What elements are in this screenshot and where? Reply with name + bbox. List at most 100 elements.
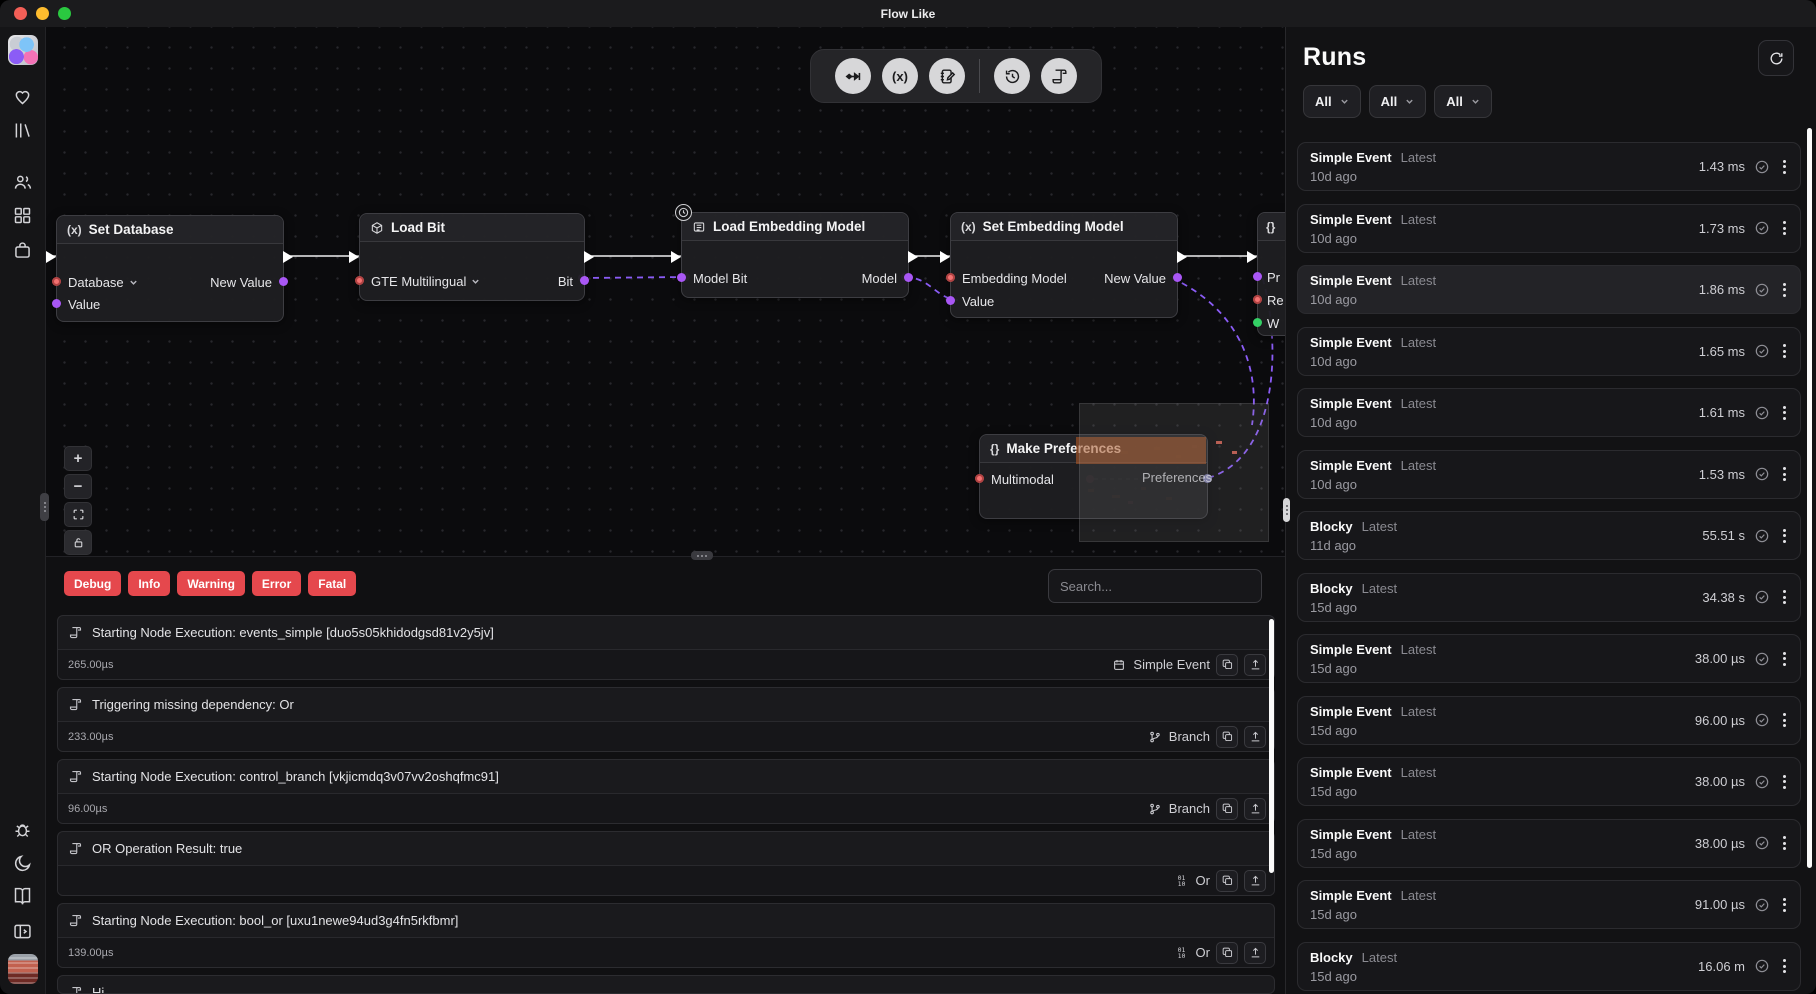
pin-dot-new-value[interactable]: [1173, 273, 1182, 282]
horizontal-resize-handle[interactable]: [691, 551, 713, 560]
bug-report-icon[interactable]: [11, 817, 35, 841]
run-menu-button[interactable]: [1779, 465, 1790, 483]
run-item[interactable]: Simple Event Latest 15d ago 91.00 µs: [1297, 880, 1801, 929]
output-pin-bit[interactable]: Bit: [558, 274, 573, 289]
dark-mode-moon-icon[interactable]: [11, 851, 35, 875]
pin-dot-new-value[interactable]: [279, 277, 288, 286]
log-filter-chip[interactable]: Info: [128, 571, 170, 596]
input-pin-model-bit[interactable]: Model Bit: [693, 271, 747, 286]
open-log-button[interactable]: [1244, 798, 1266, 820]
close-window-button[interactable]: [14, 7, 27, 20]
lock-button[interactable]: [64, 530, 92, 555]
log-filter-chip[interactable]: Error: [252, 571, 301, 596]
log-entry[interactable]: Starting Node Execution: bool_or [uxu1ne…: [57, 903, 1275, 968]
people-icon[interactable]: [11, 170, 35, 194]
run-menu-button[interactable]: [1779, 527, 1790, 545]
docs-book-icon[interactable]: [11, 884, 35, 908]
run-item[interactable]: Blocky Latest 15d ago 16.06 m: [1297, 942, 1801, 991]
pin-dot-re[interactable]: [1253, 295, 1262, 304]
runs-filter-dropdown[interactable]: All: [1303, 85, 1361, 118]
step-into-button[interactable]: [835, 58, 871, 94]
run-menu-button[interactable]: [1779, 896, 1790, 914]
log-search-input[interactable]: Search...: [1048, 569, 1262, 603]
node-load-embedding-model[interactable]: Load Embedding Model Model Bit Model: [681, 212, 909, 298]
run-item[interactable]: Simple Event Latest 15d ago 38.00 µs: [1297, 634, 1801, 683]
pin-dot-value[interactable]: [52, 299, 61, 308]
pin-re[interactable]: Re: [1267, 293, 1284, 308]
log-entry[interactable]: Starting Node Execution: control_branch …: [57, 759, 1275, 824]
log-entry[interactable]: Starting Node Execution: events_simple […: [57, 615, 1275, 680]
apps-grid-icon[interactable]: [11, 203, 35, 227]
favorites-heart-icon[interactable]: [11, 84, 35, 108]
open-log-button[interactable]: [1244, 654, 1266, 676]
run-item[interactable]: Blocky Latest 15d ago 34.38 s: [1297, 573, 1801, 622]
pin-dot-w[interactable]: [1253, 318, 1262, 327]
log-entry[interactable]: Hi: [57, 975, 1275, 994]
node-partial-right[interactable]: {} Pr Re W: [1257, 212, 1285, 336]
run-menu-button[interactable]: [1779, 404, 1790, 422]
runs-filter-dropdown[interactable]: All: [1369, 85, 1427, 118]
exec-output-pin[interactable]: [283, 251, 293, 263]
run-item[interactable]: Simple Event Latest 10d ago 1.43 ms: [1297, 142, 1801, 191]
fit-view-button[interactable]: [64, 502, 92, 527]
input-pin-gte-multilingual[interactable]: GTE Multilingual: [371, 274, 480, 289]
node-set-embedding-model[interactable]: (x) Set Embedding Model Embedding Model …: [950, 212, 1178, 318]
exec-input-pin[interactable]: [46, 251, 56, 263]
input-pin-value[interactable]: Value: [962, 294, 994, 309]
history-button[interactable]: [994, 58, 1030, 94]
exec-output-pin[interactable]: [584, 251, 594, 263]
copy-button[interactable]: [1216, 798, 1238, 820]
run-item[interactable]: Simple Event Latest 15d ago 38.00 µs: [1297, 757, 1801, 806]
run-item[interactable]: Simple Event Latest 10d ago 1.65 ms: [1297, 327, 1801, 376]
run-item[interactable]: Blocky Latest 11d ago 55.51 s: [1297, 511, 1801, 560]
run-menu-button[interactable]: [1779, 711, 1790, 729]
run-menu-button[interactable]: [1779, 650, 1790, 668]
exec-output-pin[interactable]: [1177, 251, 1187, 263]
notebook-edit-button[interactable]: [929, 58, 965, 94]
variables-button[interactable]: (x): [882, 58, 918, 94]
pin-pr[interactable]: Pr: [1267, 270, 1280, 285]
pin-dot-multimodal[interactable]: [975, 474, 984, 483]
output-pin-preferences[interactable]: Preferences: [1142, 470, 1212, 485]
exec-input-pin[interactable]: [671, 251, 681, 263]
open-log-button[interactable]: [1244, 726, 1266, 748]
log-entry[interactable]: Triggering missing dependency: Or 233.00…: [57, 687, 1275, 752]
output-pin-new-value[interactable]: New Value: [210, 275, 272, 290]
run-menu-button[interactable]: [1779, 342, 1790, 360]
log-filter-chip[interactable]: Fatal: [308, 571, 356, 596]
right-resize-handle[interactable]: [1283, 498, 1290, 522]
pin-dot-pr[interactable]: [1253, 272, 1262, 281]
exec-input-pin[interactable]: [349, 251, 359, 263]
exec-input-pin[interactable]: [1247, 251, 1257, 263]
store-bag-icon[interactable]: [11, 238, 35, 262]
run-menu-button[interactable]: [1779, 588, 1790, 606]
run-item[interactable]: Simple Event Latest 10d ago 1.73 ms: [1297, 204, 1801, 253]
log-filter-chip[interactable]: Debug: [64, 571, 121, 596]
open-log-button[interactable]: [1244, 870, 1266, 892]
maximize-window-button[interactable]: [58, 7, 71, 20]
output-pin-new-value[interactable]: New Value: [1104, 271, 1166, 286]
input-pin-database[interactable]: Database: [68, 275, 138, 290]
refresh-runs-button[interactable]: [1758, 40, 1794, 76]
flow-canvas[interactable]: (x) (x) Set Database: [46, 27, 1285, 556]
run-item[interactable]: Simple Event Latest 10d ago 1.86 ms: [1297, 265, 1801, 314]
zoom-out-button[interactable]: −: [64, 474, 92, 499]
run-menu-button[interactable]: [1779, 219, 1790, 237]
left-resize-handle[interactable]: [40, 493, 49, 521]
user-avatar[interactable]: [8, 954, 38, 984]
node-set-database[interactable]: (x) Set Database Database New Value Valu…: [56, 215, 284, 322]
run-menu-button[interactable]: [1779, 957, 1790, 975]
app-logo-icon[interactable]: [8, 35, 38, 65]
copy-button[interactable]: [1216, 942, 1238, 964]
log-scrollbar[interactable]: [1269, 619, 1274, 873]
input-pin-value[interactable]: Value: [68, 297, 100, 312]
copy-button[interactable]: [1216, 654, 1238, 676]
run-menu-button[interactable]: [1779, 281, 1790, 299]
run-item[interactable]: Simple Event Latest 15d ago 96.00 µs: [1297, 696, 1801, 745]
exec-output-pin[interactable]: [908, 251, 918, 263]
panel-toggle-icon[interactable]: [11, 919, 35, 943]
runs-scrollbar[interactable]: [1807, 128, 1812, 868]
pin-dot-bit[interactable]: [580, 276, 589, 285]
copy-button[interactable]: [1216, 870, 1238, 892]
run-item[interactable]: Simple Event Latest 10d ago 1.61 ms: [1297, 388, 1801, 437]
